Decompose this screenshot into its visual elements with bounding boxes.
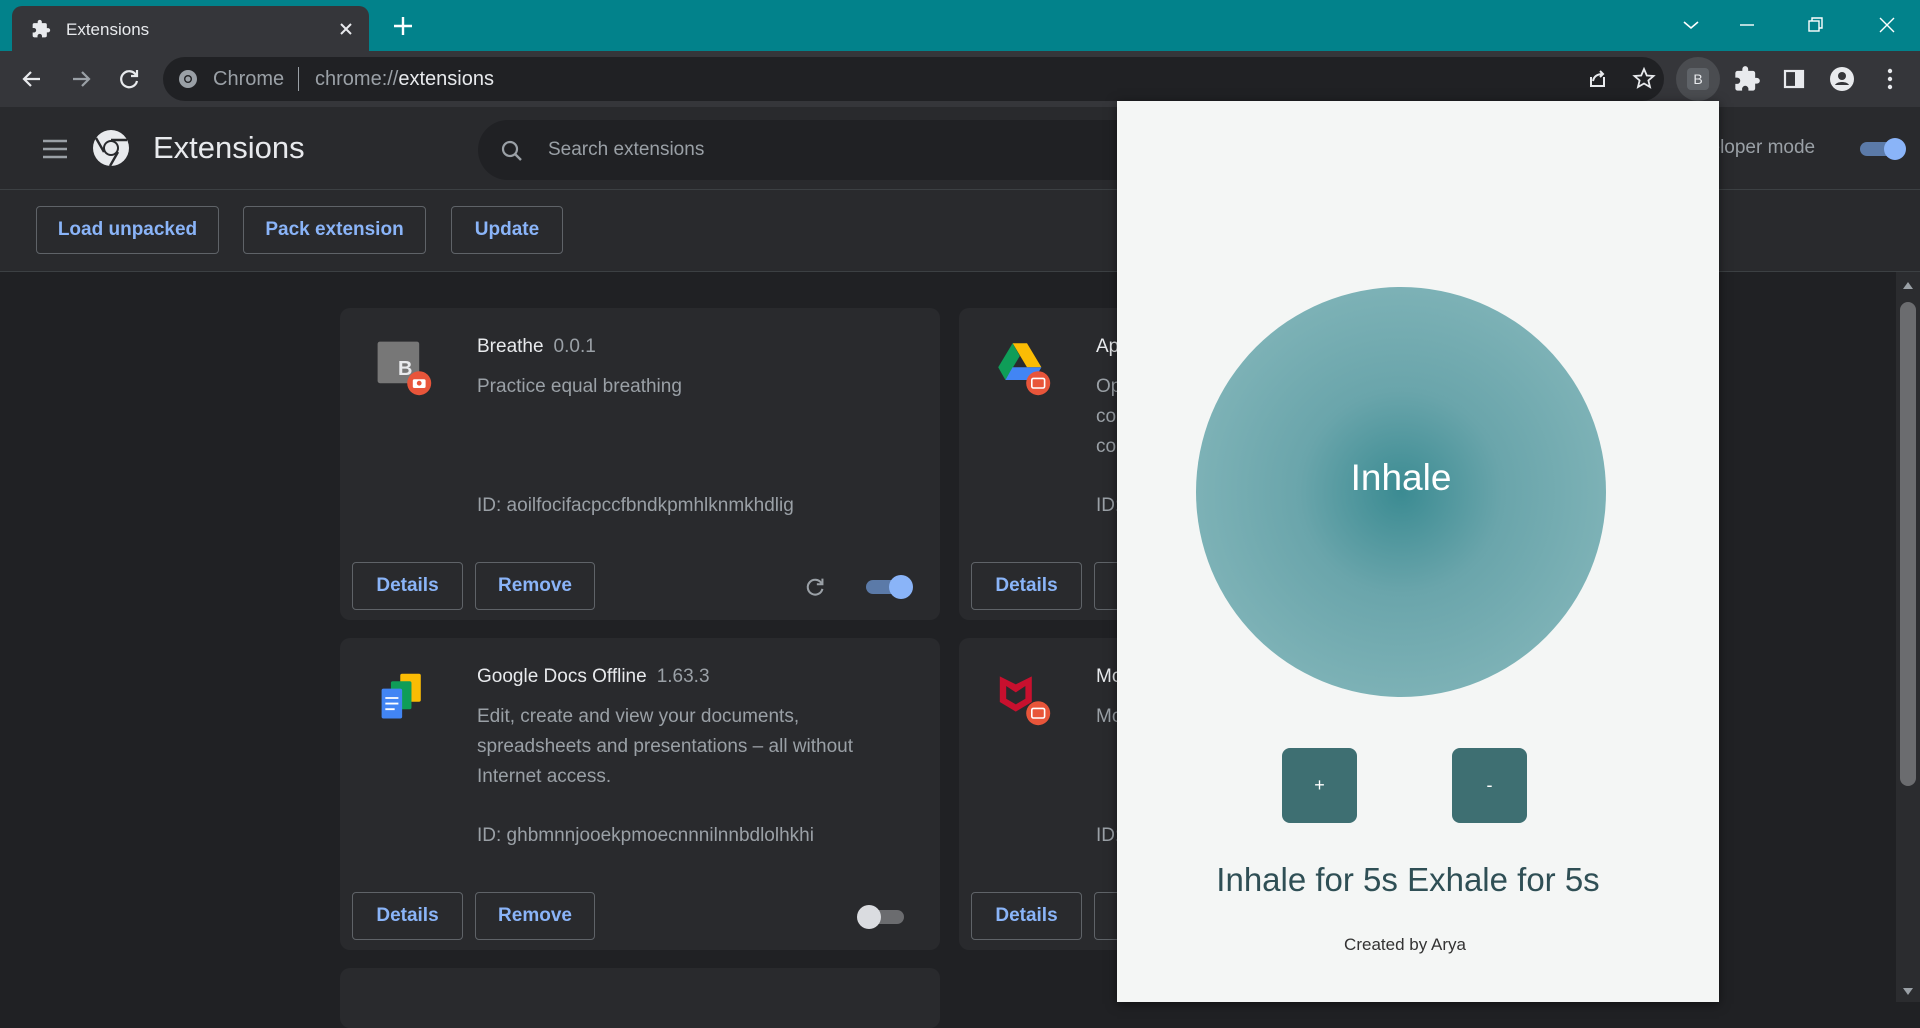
address-bar[interactable]: Chrome chrome://extensions — [163, 57, 1664, 101]
icon-letter: B — [398, 358, 413, 380]
extension-name-line: Google Docs Offline 1.63.3 — [477, 666, 710, 688]
page-title: Extensions — [153, 130, 305, 165]
minimize-icon[interactable] — [1732, 10, 1762, 40]
url-text: chrome://extensions — [315, 68, 494, 90]
extension-name: Google Docs Offline — [477, 666, 647, 687]
remove-button[interactable]: Remove — [475, 562, 595, 610]
more-menu-icon[interactable] — [1876, 65, 1904, 93]
bookmark-star-icon[interactable] — [1630, 65, 1658, 93]
address-separator — [298, 67, 299, 91]
extension-id: ID: ghbmnnjooekpmoecnnnilnnbdlolhkhi — [477, 825, 814, 846]
load-unpacked-button[interactable]: Load unpacked — [36, 206, 219, 254]
breath-state-label: Inhale — [1350, 457, 1452, 498]
extension-description: Practice equal breathing — [477, 376, 682, 397]
breathing-timing-text: Inhale for 5s Exhale for 5s — [1216, 861, 1600, 898]
extension-description: Edit, create and view your documents, sp… — [477, 706, 854, 787]
extension-version: 0.0.1 — [553, 336, 596, 357]
tab-title: Extensions — [66, 20, 150, 39]
share-icon[interactable] — [1583, 65, 1611, 93]
breathe-extension-icon: B — [1687, 68, 1709, 90]
puzzle-icon — [32, 19, 51, 38]
details-button[interactable]: Details — [971, 562, 1082, 610]
browser-toolbar: Chrome chrome://extensions B — [0, 51, 1920, 107]
search-placeholder: Search extensions — [548, 139, 705, 160]
extension-name: Breathe — [477, 336, 544, 357]
breathe-extension-button[interactable]: B — [1676, 57, 1720, 101]
scroll-up-arrow-icon[interactable] — [1902, 280, 1914, 290]
chrome-site-icon — [179, 70, 197, 88]
breathing-circle: Inhale — [1196, 287, 1606, 697]
remove-button[interactable]: Remove — [475, 892, 595, 940]
extension-card-breathe: B Breathe 0.0.1 Practice equal breathing … — [340, 308, 940, 620]
decrease-duration-button[interactable]: - — [1452, 748, 1527, 823]
reload-icon[interactable] — [115, 65, 143, 93]
search-icon — [501, 140, 522, 161]
breathe-extension-popup: Inhale + - Inhale for 5s Exhale for 5s C… — [1117, 101, 1719, 1002]
hamburger-menu-icon[interactable] — [40, 136, 70, 162]
forward-arrow-icon[interactable] — [67, 65, 95, 93]
enable-toggle-off[interactable] — [856, 904, 906, 930]
extension-id: ID: aoilfocifacpccfbndkpmhlknmkhdlig — [477, 495, 794, 516]
update-button[interactable]: Update — [451, 206, 563, 254]
extension-version: 1.63.3 — [656, 666, 710, 687]
page-scrollbar[interactable] — [1896, 272, 1920, 1002]
new-tab-icon[interactable] — [390, 13, 416, 39]
extension-name-line: Breathe 0.0.1 — [477, 336, 596, 358]
extension-card-google-docs-offline: Google Docs Offline 1.63.3 Edit, create a… — [340, 638, 940, 950]
side-panel-icon[interactable] — [1780, 65, 1808, 93]
scroll-down-arrow-icon[interactable] — [1902, 987, 1914, 997]
back-arrow-icon[interactable] — [18, 65, 46, 93]
tab-search-chevron-icon[interactable] — [1676, 10, 1706, 40]
enable-toggle-on[interactable] — [864, 574, 914, 600]
chrome-logo-icon — [93, 130, 129, 167]
details-button[interactable]: Details — [352, 562, 463, 610]
extensions-puzzle-icon[interactable] — [1733, 65, 1761, 93]
google-drive-icon — [998, 343, 1051, 396]
site-name: Chrome — [213, 68, 285, 90]
profile-avatar-icon[interactable] — [1828, 65, 1856, 93]
extension-card-partial — [340, 968, 940, 1028]
pack-extension-button[interactable]: Pack extension — [243, 206, 426, 254]
google-docs-offline-icon — [381, 673, 421, 719]
reload-extension-icon[interactable] — [802, 574, 828, 600]
details-button[interactable]: Details — [352, 892, 463, 940]
developer-mode-toggle[interactable] — [1860, 138, 1906, 160]
mcafee-icon — [999, 676, 1051, 726]
close-window-icon[interactable] — [1872, 10, 1902, 40]
tab-extensions[interactable]: Extensions — [12, 6, 369, 51]
search-extensions-input[interactable]: Search extensions — [478, 120, 1158, 180]
title-bar: Extensions — [0, 0, 1920, 51]
increase-duration-button[interactable]: + — [1282, 748, 1357, 823]
details-button[interactable]: Details — [971, 892, 1082, 940]
restore-icon[interactable] — [1800, 10, 1830, 40]
scrollbar-thumb[interactable] — [1900, 302, 1916, 786]
credit-text: Created by Arya — [1344, 935, 1466, 954]
close-tab-icon[interactable] — [336, 19, 356, 39]
extension-name: Ap — [1096, 336, 1120, 357]
